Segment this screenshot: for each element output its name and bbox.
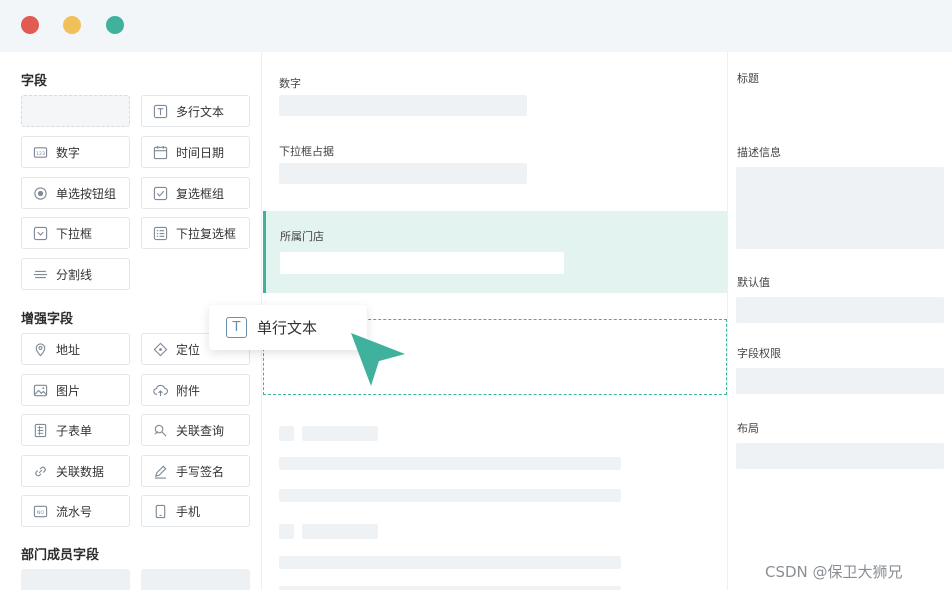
form-field-store-input[interactable] [280, 252, 564, 274]
watermark: CSDN @保卫大狮兄 [765, 563, 903, 581]
field-label: 关联数据 [56, 464, 105, 479]
text-box-icon [153, 104, 168, 119]
skeleton-checkbox [279, 426, 294, 441]
section-title-enhanced: 增强字段 [21, 312, 74, 327]
link-data-icon [33, 464, 48, 479]
prop-layout-input[interactable] [736, 443, 944, 469]
minimize-window-button[interactable] [63, 16, 81, 34]
field-datetime[interactable]: 时间日期 [141, 136, 250, 168]
field-linked-data[interactable]: 关联数据 [21, 455, 130, 487]
prop-description-input[interactable] [736, 167, 944, 249]
skeleton-line [279, 556, 621, 569]
field-label: 定位 [176, 342, 201, 357]
subform-icon [33, 423, 48, 438]
field-label: 分割线 [56, 267, 93, 282]
linked-search-icon [153, 423, 168, 438]
field-dropdown[interactable]: 下拉框 [21, 217, 130, 249]
prop-default-input[interactable] [736, 297, 944, 323]
close-window-button[interactable] [21, 16, 39, 34]
field-label: 数字 [56, 145, 81, 160]
field-attachment[interactable]: 附件 [141, 374, 250, 406]
field-radio-group[interactable]: 单选按钮组 [21, 177, 130, 209]
section-title-fields: 字段 [21, 74, 48, 89]
prop-label-default: 默认值 [737, 276, 770, 289]
field-label: 图片 [56, 383, 81, 398]
field-label: 复选框组 [176, 186, 225, 201]
field-label: 多行文本 [176, 104, 225, 119]
field-address[interactable]: 地址 [21, 333, 130, 365]
field-skeleton [21, 569, 130, 590]
skeleton-checkbox [279, 524, 294, 539]
field-subform[interactable]: 子表单 [21, 414, 130, 446]
section-title-dept: 部门成员字段 [21, 548, 100, 563]
field-multiline-text[interactable]: 多行文本 [141, 95, 250, 127]
dropdown-icon [33, 226, 48, 241]
cloud-upload-icon [153, 383, 168, 398]
field-label: 下拉复选框 [176, 226, 237, 241]
number-icon: 123 [33, 145, 48, 160]
skeleton-line [279, 586, 621, 590]
field-divider[interactable]: 分割线 [21, 258, 130, 290]
field-checkbox-group[interactable]: 复选框组 [141, 177, 250, 209]
field-label: 单选按钮组 [56, 186, 117, 201]
phone-icon [153, 504, 168, 519]
field-label: 手写签名 [176, 464, 225, 479]
field-label: 流水号 [56, 504, 93, 519]
field-label: 地址 [56, 342, 81, 357]
field-linked-query[interactable]: 关联查询 [141, 414, 250, 446]
field-signature[interactable]: 手写签名 [141, 455, 250, 487]
prop-label-description: 描述信息 [737, 146, 781, 159]
field-multi-dropdown[interactable]: 下拉复选框 [141, 217, 250, 249]
window-titlebar [0, 0, 952, 52]
form-field-label-store: 所属门店 [280, 230, 324, 243]
prop-label-title: 标题 [737, 72, 759, 85]
field-phone[interactable]: 手机 [141, 495, 250, 527]
field-label: 时间日期 [176, 145, 225, 160]
field-label: 子表单 [56, 423, 93, 438]
field-label: 手机 [176, 504, 201, 519]
properties-panel: 标题 描述信息 默认值 字段权限 布局 [727, 52, 952, 590]
checklist-icon [153, 226, 168, 241]
skeleton-line [279, 457, 621, 470]
field-slot-placeholder [21, 95, 130, 127]
prop-label-layout: 布局 [737, 422, 759, 435]
prop-label-permission: 字段权限 [737, 347, 781, 360]
form-field-dropdown-input[interactable] [279, 163, 527, 184]
field-label: 下拉框 [56, 226, 93, 241]
field-skeleton [141, 569, 250, 590]
skeleton-line [279, 489, 621, 502]
skeleton-label [302, 426, 378, 441]
form-field-number-input[interactable] [279, 95, 527, 116]
maximize-window-button[interactable] [106, 16, 124, 34]
field-label: 附件 [176, 383, 201, 398]
map-pin-icon [33, 342, 48, 357]
serial-number-icon: NO [33, 504, 48, 519]
dragged-field-label: 单行文本 [257, 319, 318, 337]
field-label: 关联查询 [176, 423, 225, 438]
svg-text:123: 123 [36, 150, 45, 156]
skeleton-label [302, 524, 378, 539]
pen-icon [153, 464, 168, 479]
pointer-cursor-icon [351, 333, 405, 386]
field-number[interactable]: 123 数字 [21, 136, 130, 168]
checkbox-icon [153, 186, 168, 201]
form-field-selected-store[interactable]: 所属门店 [263, 211, 727, 293]
dragged-field-card[interactable]: T 单行文本 [209, 305, 367, 350]
svg-text:NO: NO [37, 509, 44, 515]
prop-permission-input[interactable] [736, 368, 944, 394]
text-field-icon: T [226, 317, 247, 338]
radio-icon [33, 186, 48, 201]
locate-icon [153, 342, 168, 357]
calendar-icon [153, 145, 168, 160]
image-icon [33, 383, 48, 398]
field-image[interactable]: 图片 [21, 374, 130, 406]
form-field-label-number: 数字 [279, 77, 301, 90]
field-serial-number[interactable]: NO 流水号 [21, 495, 130, 527]
divider-icon [33, 267, 48, 282]
form-field-label-dropdown: 下拉框占据 [279, 145, 334, 158]
